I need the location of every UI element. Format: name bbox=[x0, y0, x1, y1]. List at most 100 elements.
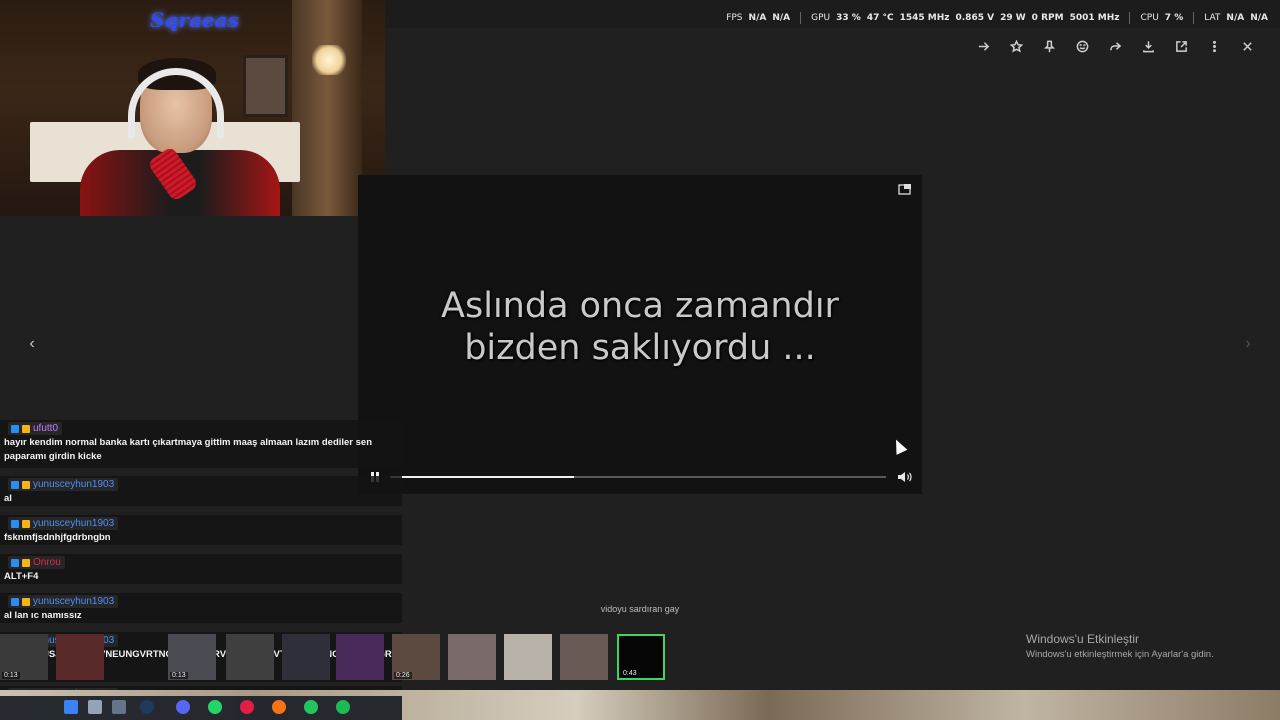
star-icon[interactable] bbox=[1000, 36, 1033, 56]
spotify-icon[interactable] bbox=[336, 700, 350, 714]
gpu-power: 29 W bbox=[1000, 13, 1026, 23]
share-icon[interactable] bbox=[1099, 36, 1132, 56]
subscriber-badge-icon bbox=[11, 480, 19, 489]
divider bbox=[800, 12, 802, 24]
chat-message: Onrou ALT+F4 bbox=[0, 554, 402, 584]
video-thumbnail[interactable]: 0:26 bbox=[392, 634, 440, 680]
chat-message-text: hayır kendim normal banka kartı çıkartma… bbox=[4, 437, 373, 448]
cpu-label: CPU bbox=[1140, 13, 1159, 23]
thumbnail-strip: 0:13 0:13 0:26 0:43 bbox=[0, 632, 670, 680]
progress-bar[interactable] bbox=[390, 476, 886, 478]
crown-badge-icon bbox=[22, 424, 30, 433]
crown-badge-icon bbox=[22, 558, 30, 567]
fps-value-2: N/A bbox=[772, 13, 791, 23]
activation-title: Windows'u Etkinleştir bbox=[1026, 632, 1139, 646]
thumbnail-duration: 0:26 bbox=[394, 672, 412, 679]
next-arrow-icon[interactable]: › bbox=[1240, 336, 1256, 352]
whatsapp-icon[interactable] bbox=[208, 700, 222, 714]
chat-message: ufutt0 hayır kendim normal banka kartı çı… bbox=[0, 420, 402, 468]
video-thumbnail[interactable] bbox=[448, 634, 496, 680]
media-caption: vidoyu sardıran gay bbox=[600, 604, 680, 614]
divider bbox=[1129, 12, 1131, 24]
steam-icon[interactable] bbox=[140, 700, 154, 714]
crown-badge-icon bbox=[22, 597, 30, 606]
chat-message-text: al lan ıc namıssız bbox=[4, 610, 82, 621]
crown-badge-icon bbox=[22, 519, 30, 528]
latency-value-2: N/A bbox=[1250, 13, 1268, 23]
gpu-label: GPU bbox=[811, 13, 831, 23]
subscriber-badge-icon bbox=[11, 519, 19, 528]
video-thumbnail[interactable] bbox=[504, 634, 552, 680]
taskbar-app-icon[interactable] bbox=[112, 700, 126, 714]
progress-fill bbox=[390, 476, 574, 478]
thumbnail-duration: 0:13 bbox=[170, 672, 188, 679]
chat-message-text: ALT+F4 bbox=[4, 571, 39, 582]
video-thumbnail[interactable] bbox=[560, 634, 608, 680]
chat-username[interactable]: yunusceyhun1903 bbox=[8, 478, 119, 491]
more-icon[interactable] bbox=[1198, 36, 1231, 56]
taskbar-app-icon[interactable] bbox=[272, 700, 286, 714]
open-external-icon[interactable] bbox=[1165, 36, 1198, 56]
volume-icon[interactable] bbox=[896, 470, 914, 484]
thumbnail-duration: 0:43 bbox=[621, 670, 639, 677]
taskbar-app-icon[interactable] bbox=[240, 700, 254, 714]
lamp bbox=[312, 45, 346, 75]
chat-message: yunusceyhun1903 fsknmfjsdnhjfgdrbngbn bbox=[0, 515, 402, 545]
divider bbox=[1193, 12, 1195, 24]
close-icon[interactable] bbox=[1231, 36, 1264, 56]
file-explorer-icon[interactable] bbox=[64, 700, 78, 714]
video-thumbnail[interactable] bbox=[56, 634, 104, 680]
download-icon[interactable] bbox=[1132, 36, 1165, 56]
viewer-toolbar bbox=[967, 36, 1264, 56]
screen: FPS N/A N/A GPU 33 % 47 °C 1545 MHz 0.86… bbox=[0, 0, 1280, 720]
curtain bbox=[292, 0, 362, 216]
emoji-icon[interactable] bbox=[1066, 36, 1099, 56]
subtitle-line: bizden saklıyordu ... bbox=[464, 328, 816, 368]
video-player[interactable]: Aslında onca zamandır bizden saklıyordu … bbox=[358, 175, 922, 494]
latency-value: N/A bbox=[1226, 13, 1245, 23]
video-thumbnail[interactable]: 0:43 bbox=[617, 634, 665, 680]
windows-activation-watermark: Windows'u Etkinleştir Windows'u etkinleş… bbox=[1026, 632, 1214, 660]
video-subtitle: Aslında onca zamandır bizden saklıyordu … bbox=[358, 285, 922, 369]
chat-username-text: yunusceyhun1903 bbox=[33, 479, 115, 490]
subscriber-badge-icon bbox=[11, 424, 19, 433]
cpu-load: 7 % bbox=[1164, 13, 1184, 23]
chat-username[interactable]: yunusceyhun1903 bbox=[8, 595, 119, 608]
chat-username-text: Onrou bbox=[33, 557, 61, 568]
video-thumbnail[interactable] bbox=[336, 634, 384, 680]
chat-message: yunusceyhun1903 al bbox=[0, 476, 402, 506]
chat-username-text: yunusceyhun1903 bbox=[33, 596, 115, 607]
discord-icon[interactable] bbox=[176, 700, 190, 714]
thumbnail-duration: 0:13 bbox=[2, 672, 20, 679]
taskbar-app-icon[interactable] bbox=[304, 700, 318, 714]
webcam-feed: Sqraeas bbox=[0, 0, 385, 216]
subtitle-line: Aslında onca zamandır bbox=[441, 286, 839, 326]
arrow-right-icon[interactable] bbox=[967, 36, 1000, 56]
video-thumbnail[interactable]: 0:13 bbox=[168, 634, 216, 680]
chat-message-text: al bbox=[4, 493, 12, 504]
gpu-clock: 1545 MHz bbox=[899, 13, 950, 23]
chat-username[interactable]: yunusceyhun1903 bbox=[8, 517, 119, 530]
chat-message-text: fsknmfjsdnhjfgdrbngbn bbox=[4, 532, 111, 543]
popout-icon[interactable] bbox=[898, 182, 912, 195]
video-thumbnail[interactable]: 0:13 bbox=[0, 634, 48, 680]
chat-message-text: paparamı girdin kicke bbox=[4, 451, 102, 462]
chat-username[interactable]: ufutt0 bbox=[8, 422, 63, 435]
previous-arrow-icon[interactable]: ‹ bbox=[24, 336, 40, 352]
pin-icon[interactable] bbox=[1033, 36, 1066, 56]
chat-username-text: yunusceyhun1903 bbox=[33, 518, 115, 529]
chat-username[interactable]: Onrou bbox=[8, 556, 65, 569]
subscriber-badge-icon bbox=[11, 558, 19, 567]
activation-subtitle: Windows'u etkinleştirmek için Ayarlar'a … bbox=[1026, 649, 1214, 660]
fps-label: FPS bbox=[726, 13, 743, 23]
performance-overlay: FPS N/A N/A GPU 33 % 47 °C 1545 MHz 0.86… bbox=[726, 12, 1268, 24]
crown-badge-icon bbox=[22, 480, 30, 489]
gpu-load: 33 % bbox=[836, 13, 861, 23]
taskbar-app-icon[interactable] bbox=[88, 700, 102, 714]
video-thumbnail[interactable] bbox=[282, 634, 330, 680]
latency-label: LAT bbox=[1204, 13, 1221, 23]
subscriber-badge-icon bbox=[11, 597, 19, 606]
gpu-voltage: 0.865 V bbox=[955, 13, 995, 23]
video-controls bbox=[358, 466, 922, 488]
video-thumbnail[interactable] bbox=[226, 634, 274, 680]
